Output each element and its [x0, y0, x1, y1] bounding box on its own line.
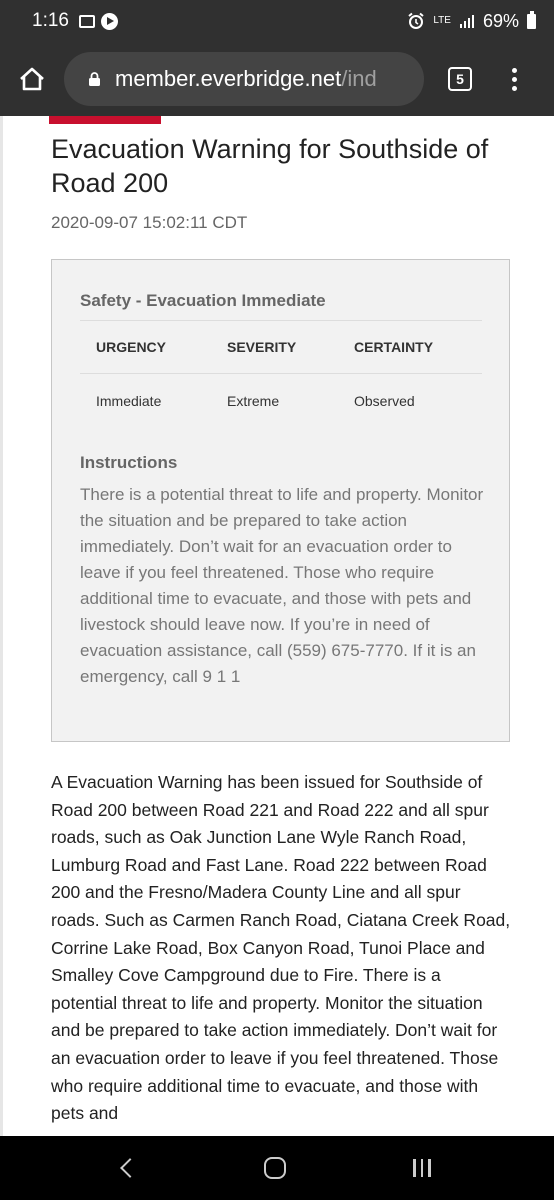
tab-switcher-button[interactable]: 5	[448, 67, 472, 91]
divider	[80, 320, 482, 321]
system-nav-bar	[0, 1136, 554, 1200]
alert-category: Safety - Evacuation Immediate	[80, 291, 326, 310]
dot-icon	[512, 76, 517, 82]
alert-details-card: Safety - Evacuation Immediate URGENCY SE…	[51, 259, 510, 742]
timestamp: 2020-09-07 15:02:11 CDT	[51, 213, 248, 232]
accent-bar	[49, 116, 161, 124]
overflow-menu-button[interactable]	[506, 62, 523, 97]
urgency-value: Immediate	[96, 393, 162, 409]
browser-toolbar: member.everbridge.net/ind 5	[0, 42, 554, 116]
battery-icon	[527, 10, 536, 29]
instructions-text: There is a potential threat to life and …	[80, 485, 484, 686]
image-icon	[78, 14, 95, 28]
urgency-header: URGENCY	[96, 339, 167, 355]
certainty-value: Observed	[354, 393, 415, 409]
recent-apps-icon[interactable]	[413, 1159, 431, 1177]
dot-icon	[512, 67, 517, 73]
back-icon[interactable]	[120, 1158, 141, 1178]
severity-value: Extreme	[227, 393, 280, 409]
severity-header: SEVERITY	[227, 339, 297, 355]
signal-icon	[459, 15, 474, 28]
alarm-icon	[408, 12, 424, 29]
page-content[interactable]: Evacuation Warning for Southside of Road…	[0, 116, 554, 1136]
divider	[80, 373, 482, 374]
dot-icon	[512, 85, 517, 91]
status-time: 1:16	[32, 10, 69, 31]
battery-percent: 69%	[482, 10, 519, 31]
play-icon	[100, 12, 118, 30]
address-bar[interactable]: member.everbridge.net/ind	[64, 52, 424, 106]
lte-icon: LTE	[433, 15, 451, 26]
url-host: member.everbridge.net	[115, 66, 342, 91]
lock-icon	[89, 72, 100, 86]
certainty-header: CERTAINTY	[354, 339, 434, 355]
home-nav-icon[interactable]	[264, 1157, 287, 1179]
instructions-heading: Instructions	[80, 453, 178, 472]
status-bar: 1:16 LTE 69%	[0, 0, 554, 42]
home-icon	[20, 67, 44, 91]
url-path: /ind	[341, 66, 377, 91]
alert-body-text: A Evacuation Warning has been issued for…	[51, 772, 511, 1124]
page-title: Evacuation Warning for Southside of Road…	[51, 134, 489, 198]
home-button[interactable]	[0, 42, 64, 116]
